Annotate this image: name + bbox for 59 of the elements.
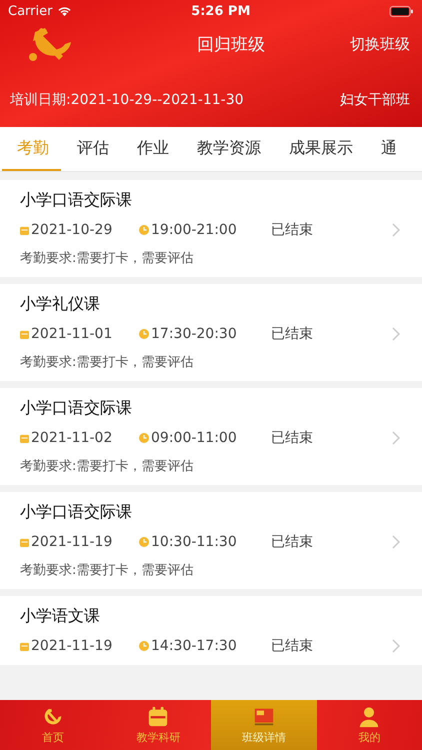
course-time: 09:00-11:00 — [151, 430, 238, 446]
calendar-icon — [20, 434, 29, 442]
calendar-icon — [20, 226, 29, 234]
tab[interactable]: 评估 — [65, 127, 121, 171]
course-status: 已结束 — [271, 637, 314, 655]
attendance-requirement: 考勤要求:需要打卡，需要评估 — [20, 354, 194, 371]
course-status: 已结束 — [271, 325, 314, 343]
calendar-icon — [147, 706, 170, 728]
tab[interactable]: 教学资源 — [185, 127, 273, 171]
tab[interactable]: 成果展示 — [277, 127, 365, 171]
course-card[interactable]: 小学口语交际课 2021-11-19 10:30-11:30 已结束 考勤要求:需要打卡，需要评估 — [0, 492, 422, 589]
course-title: 小学语文课 — [20, 606, 101, 627]
chevron-icon — [392, 327, 400, 341]
page-title: 回归班级 — [196, 34, 266, 56]
course-date: 2021-11-02 — [31, 430, 114, 446]
course-status: 已结束 — [271, 533, 314, 551]
course-time: 10:30-11:30 — [151, 534, 238, 550]
course-date: 2021-10-29 — [31, 222, 114, 238]
clock-icon — [139, 537, 149, 547]
switch-class-button[interactable]: 切换班级 — [350, 30, 410, 58]
course-time: 14:30-17:30 — [151, 638, 238, 654]
course-time: 17:30-20:30 — [151, 326, 238, 342]
course-title: 小学口语交际课 — [20, 502, 133, 523]
course-status: 已结束 — [271, 429, 314, 447]
course-time: 19:00-21:00 — [151, 222, 238, 238]
clock-icon — [139, 641, 149, 651]
clock-icon — [139, 329, 149, 339]
tab[interactable]: 通 — [369, 127, 409, 171]
course-card[interactable]: 小学语文课 2021-11-19 14:30-17:30 已结束 — [0, 596, 422, 665]
chevron-icon — [392, 223, 400, 237]
course-date: 2021-11-01 — [31, 326, 114, 342]
clock-time: 5:26 PM — [190, 4, 252, 18]
course-status: 已结束 — [271, 221, 314, 239]
chevron-icon — [392, 535, 400, 549]
course-title: 小学礼仪课 — [20, 294, 101, 315]
class-name: 妇女干部班 — [340, 90, 410, 108]
course-card[interactable]: 小学礼仪课 2021-11-01 17:30-20:30 已结束 考勤要求:需要打卡，需要评估 — [0, 284, 422, 381]
course-title: 小学口语交际课 — [20, 398, 133, 419]
tab[interactable]: 作业 — [125, 127, 181, 171]
calendar-icon — [20, 330, 29, 338]
chevron-icon — [392, 639, 400, 653]
course-date: 2021-11-19 — [31, 638, 114, 654]
course-title: 小学口语交际课 — [20, 190, 133, 211]
training-dates: 培训日期:2021-10-29--2021-11-30 — [10, 90, 244, 108]
course-date: 2021-11-19 — [31, 534, 114, 550]
calendar-icon — [20, 538, 29, 546]
chevron-icon — [392, 431, 400, 445]
battery-icon — [389, 6, 414, 16]
clock-icon — [139, 225, 149, 235]
calendar-icon — [20, 642, 29, 650]
course-card[interactable]: 小学口语交际课 2021-11-02 09:00-11:00 已结束 考勤要求:需要打卡，需要评估 — [0, 388, 422, 485]
attendance-requirement: 考勤要求:需要打卡，需要评估 — [20, 458, 194, 475]
wifi-icon — [57, 6, 72, 16]
attendance-requirement: 考勤要求:需要打卡，需要评估 — [20, 562, 194, 579]
clock-icon — [139, 433, 149, 443]
person-icon — [358, 706, 380, 728]
course-card[interactable]: 小学口语交际课 2021-10-29 19:00-21:00 已结束 考勤要求:需要打卡，需要评估 — [0, 180, 422, 277]
carrier-name: Carrier — [8, 4, 52, 18]
attendance-requirement: 考勤要求:需要打卡，需要评估 — [20, 250, 194, 267]
